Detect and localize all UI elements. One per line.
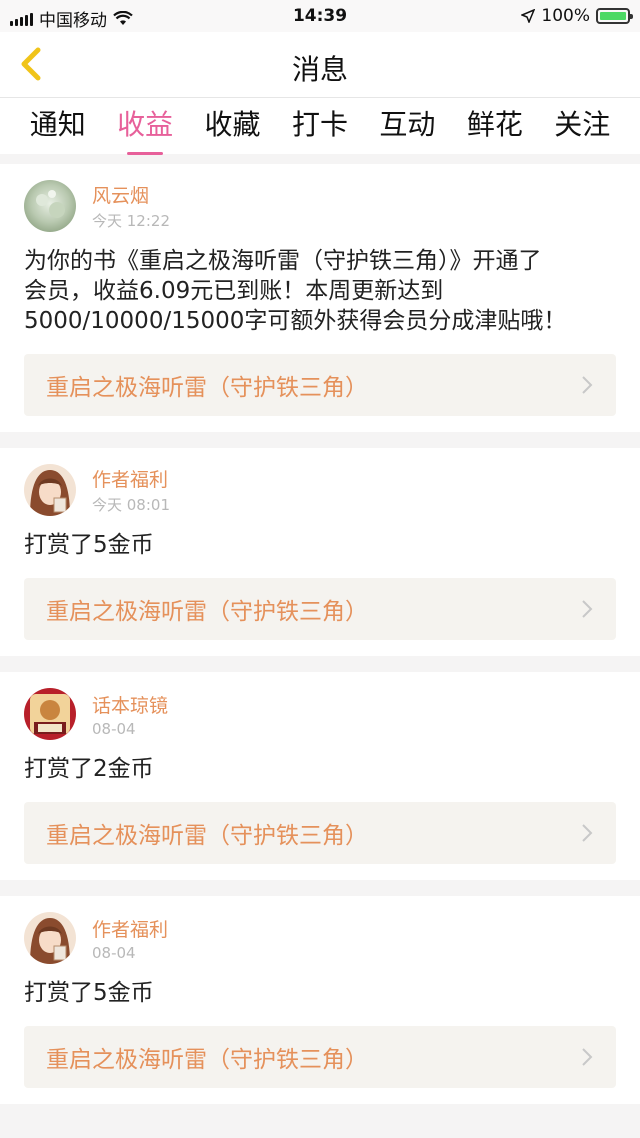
book-title: 重启之极海听雷（守护铁三角） [46,823,368,849]
battery-fill [600,12,626,20]
avatar[interactable] [24,912,76,964]
location-arrow-icon [521,9,536,23]
message-line: 会员，收益6.09元已到账！本周更新达到 [24,278,444,304]
tab-follow[interactable]: 关注 [554,103,610,149]
message-time: 今天 12:22 [92,212,170,230]
message-text: 打赏了2金币 [24,754,616,784]
book-link[interactable]: 重启之极海听雷（守护铁三角） [24,802,616,864]
sender-name[interactable]: 作者福利 [92,465,170,492]
message-text: 为你的书《重启之极海听雷（守护铁三角）》开通了 会员，收益6.09元已到账！本周… [24,246,616,336]
tab-notice[interactable]: 通知 [30,103,86,149]
avatar[interactable] [24,464,76,516]
message-line: 打赏了5金币 [24,532,154,558]
battery-icon [596,8,633,24]
tab-interaction[interactable]: 互动 [379,103,435,149]
avatar[interactable] [24,688,76,740]
avatar[interactable] [24,180,76,232]
tab-flowers[interactable]: 鲜花 [467,103,523,149]
message-time: 08-04 [92,943,136,962]
tab-checkin[interactable]: 打卡 [292,103,348,149]
message-text: 打赏了5金币 [24,530,616,560]
status-right: 100% [521,6,633,26]
sender-name[interactable]: 风云烟 [92,181,170,208]
message-line: 打赏了5金币 [24,980,154,1006]
book-title: 重启之极海听雷（守护铁三角） [46,1047,368,1073]
nav-bar: 消息 [0,32,640,98]
status-bar: 中国移动 14:39 100% [0,0,640,32]
book-link[interactable]: 重启之极海听雷（守护铁三角） [24,578,616,640]
book-title: 重启之极海听雷（守护铁三角） [46,599,368,625]
message-header: 风云烟 今天 12:22 [24,180,616,232]
battery-percent: 100% [541,6,590,26]
chevron-right-icon [582,376,593,394]
list-item: 作者福利 08-04 打赏了5金币 重启之极海听雷（守护铁三角） [0,896,640,1104]
tab-bar: 通知 收益 收藏 打卡 互动 鲜花 关注 [0,98,640,155]
tab-earnings[interactable]: 收益 [117,103,173,155]
message-header: 话本琼镜 08-04 [24,688,616,740]
message-line: 打赏了2金币 [24,756,154,782]
message-line: 为你的书《重启之极海听雷（守护铁三角）》开通了 [24,248,542,274]
tab-favorites[interactable]: 收藏 [205,103,261,149]
book-link[interactable]: 重启之极海听雷（守护铁三角） [24,1026,616,1088]
list-item: 作者福利 今天 08:01 打赏了5金币 重启之极海听雷（守护铁三角） [0,448,640,656]
message-list: 风云烟 今天 12:22 为你的书《重启之极海听雷（守护铁三角）》开通了 会员，… [0,154,640,1104]
message-time: 08-04 [92,719,136,738]
message-header: 作者福利 今天 08:01 [24,464,616,516]
message-header: 作者福利 08-04 [24,912,616,964]
chevron-right-icon [582,1048,593,1066]
chevron-right-icon [582,824,593,842]
sender-name[interactable]: 话本琼镜 [92,691,168,718]
message-line: 5000/10000/15000字可额外获得会员分成津贴哦！ [24,308,567,334]
message-text: 打赏了5金币 [24,978,616,1008]
book-title: 重启之极海听雷（守护铁三角） [46,375,368,401]
sender-name[interactable]: 作者福利 [92,915,168,942]
chevron-right-icon [582,600,593,618]
list-item: 话本琼镜 08-04 打赏了2金币 重启之极海听雷（守护铁三角） [0,672,640,880]
message-time: 今天 08:01 [92,496,170,514]
list-item: 风云烟 今天 12:22 为你的书《重启之极海听雷（守护铁三角）》开通了 会员，… [0,164,640,432]
page-title: 消息 [291,53,348,86]
book-link[interactable]: 重启之极海听雷（守护铁三角） [24,354,616,416]
